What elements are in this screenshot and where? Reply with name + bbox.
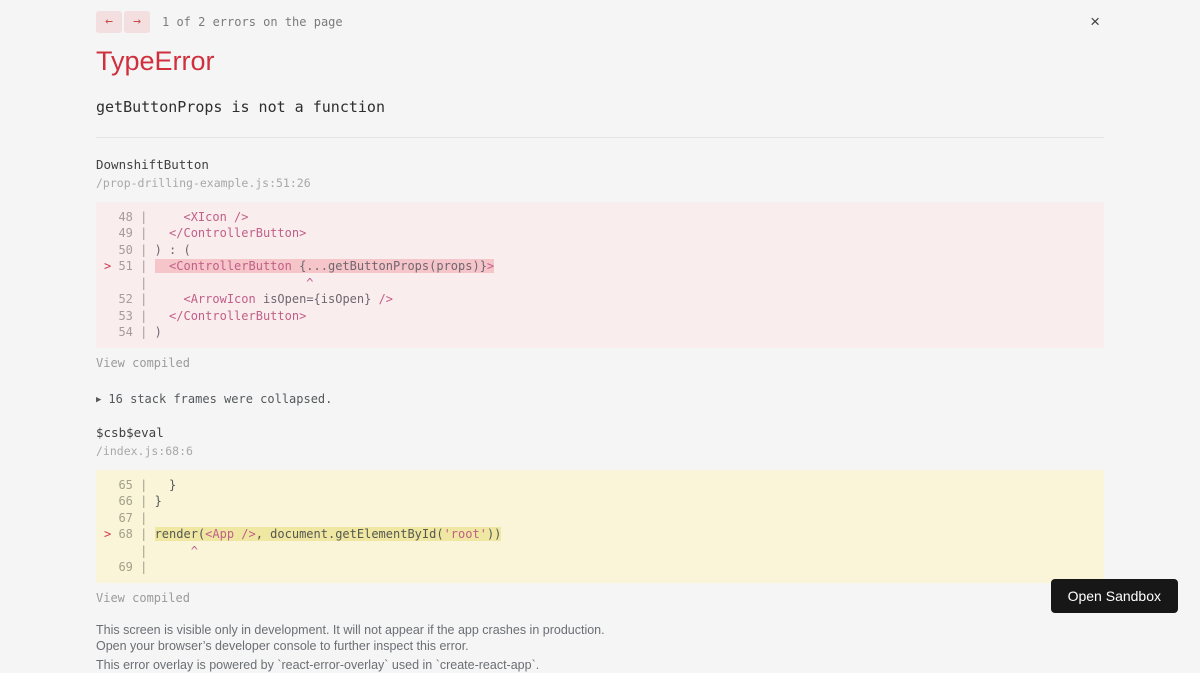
code-line: 50 | ) : ( (118, 242, 191, 257)
view-compiled-link[interactable]: View compiled (96, 356, 190, 370)
code-snippet-warning: 65 | } 66 | } 67 | > 68 | render(<App />… (96, 469, 1104, 583)
error-nav-buttons: ← → (96, 10, 150, 33)
code-line: 66 | } (118, 494, 162, 509)
code-line: > 51 | <ControllerButton {...getButtonPr… (104, 259, 495, 274)
collapsed-frames-toggle[interactable]: ▶ 16 stack frames were collapsed. (96, 392, 1104, 406)
frame-file-path: /index.js:68:6 (96, 443, 193, 458)
code-line: 53 | </ControllerButton> (118, 308, 307, 323)
view-compiled-link[interactable]: View compiled (96, 591, 190, 605)
frame-function-name: $csb$eval (96, 424, 164, 440)
collapsed-frames-label: 16 stack frames were collapsed. (108, 391, 333, 406)
code-line: | ^ (118, 543, 198, 558)
arrow-left-icon: ← (105, 13, 113, 29)
dev-notice-line-3: This error overlay is powered by `react-… (96, 657, 540, 672)
code-line: 49 | </ControllerButton> (118, 226, 307, 241)
stack-frame-csb-eval: $csb$eval /index.js:68:6 65 | } 66 | } 6… (96, 425, 1104, 607)
code-line: 65 | } (118, 477, 177, 492)
close-overlay-button[interactable]: × (1090, 13, 1100, 30)
next-error-button[interactable]: → (124, 10, 150, 33)
code-line: 48 | <XIcon /> (118, 209, 249, 224)
frame-file-path: /prop-drilling-example.js:51:26 (96, 175, 311, 190)
error-counter: 1 of 2 errors on the page (162, 14, 343, 29)
dev-notice: This screen is visible only in developme… (96, 622, 1104, 673)
divider (96, 136, 1104, 138)
expand-triangle-icon: ▶ (96, 394, 102, 405)
error-message: getButtonProps is not a function (96, 97, 385, 116)
error-overlay: ← → 1 of 2 errors on the page TypeError … (0, 0, 1200, 673)
close-icon: × (1090, 12, 1100, 31)
stack-frame-downshiftbutton: DownshiftButton /prop-drilling-example.j… (96, 157, 1104, 372)
code-line: 52 | <ArrowIcon isOpen={isOpen} /> (118, 292, 394, 307)
code-snippet-error: 48 | <XIcon /> 49 | </ControllerButton> … (96, 201, 1104, 348)
code-line: 67 | (118, 510, 155, 525)
previous-error-button[interactable]: ← (96, 10, 122, 33)
code-line: > 68 | render(<App />, document.getEleme… (104, 527, 502, 542)
open-sandbox-button[interactable]: Open Sandbox (1050, 579, 1178, 613)
arrow-right-icon: → (133, 13, 141, 29)
code-line: | ^ (118, 275, 314, 290)
frame-function-name: DownshiftButton (96, 156, 209, 172)
code-line: 54 | ) (118, 325, 162, 340)
dev-notice-line-2: Open your browser’s developer console to… (96, 639, 469, 654)
error-nav: ← → 1 of 2 errors on the page (96, 10, 1104, 33)
code-line: 69 | (118, 560, 155, 575)
error-title: TypeError (96, 46, 215, 76)
